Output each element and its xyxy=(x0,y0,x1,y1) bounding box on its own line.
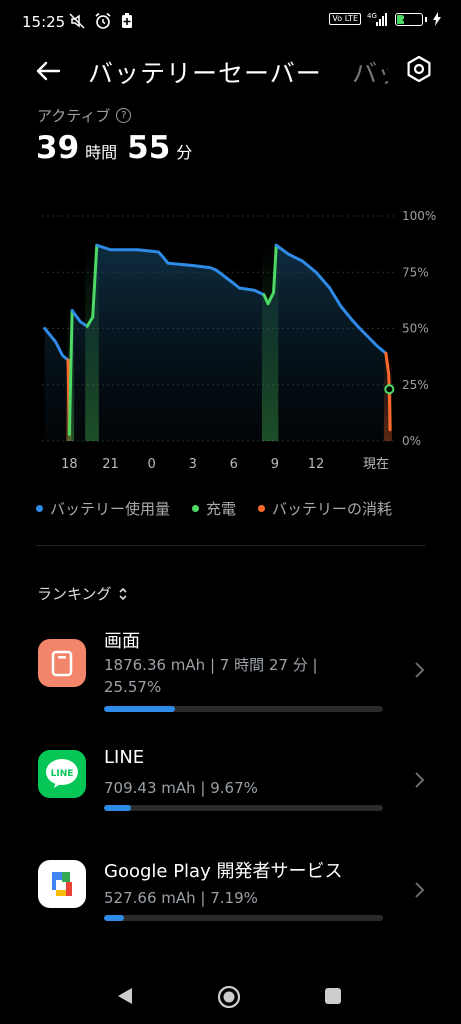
y-tick-label: 100% xyxy=(402,209,436,223)
usage-bar xyxy=(104,706,383,712)
duration-minutes: 55 xyxy=(127,130,171,166)
tab-battery-saver[interactable]: バッテリーセーバー xyxy=(88,54,322,90)
back-arrow-icon[interactable] xyxy=(33,56,63,86)
segment-glow xyxy=(85,245,99,441)
svg-text:LINE: LINE xyxy=(51,769,74,779)
battery-chart: 100% 75% 50% 25% 0% 18 21 0 3 6 9 12 現在 xyxy=(42,209,436,472)
active-label-text: アクティブ xyxy=(37,107,111,125)
duration-hours-unit: 時間 xyxy=(85,143,118,162)
signal-icon: 4G xyxy=(367,12,387,26)
status-time: 15:25 xyxy=(22,13,66,31)
app-usage-detail: 1876.36 mAh | 7 時間 27 分 | 25.57% xyxy=(104,656,318,696)
app-usage-detail: 527.66 mAh | 7.19% xyxy=(104,889,258,907)
tab-next-partial[interactable]: バッ xyxy=(352,54,388,90)
usage-bar xyxy=(104,915,383,921)
chart-legend: バッテリー使用量 充電 バッテリーの消耗 xyxy=(36,498,392,519)
y-tick-label: 0% xyxy=(402,434,421,448)
x-tick-label: 12 xyxy=(308,457,325,472)
ranking-sort-toggle[interactable]: ランキング xyxy=(37,583,128,604)
battery-indicator: 27 xyxy=(395,12,423,26)
chevron-right-icon xyxy=(415,662,425,678)
divider xyxy=(36,545,426,546)
nav-home-icon[interactable] xyxy=(217,985,241,1009)
x-tick-label: 現在 xyxy=(363,457,389,472)
usage-bar-fill xyxy=(104,915,125,921)
battery-percent: 27 xyxy=(402,12,416,24)
ranking-item-google-play-services[interactable]: Google Play 開発者サービス 527.66 mAh | 7.19% xyxy=(0,850,461,930)
usage-bar-fill xyxy=(104,706,176,712)
legend-label-drain: バッテリーの消耗 xyxy=(272,500,393,518)
system-nav-bar xyxy=(0,976,461,1024)
x-tick-label: 21 xyxy=(102,457,119,472)
alarm-icon xyxy=(95,12,111,29)
volte-indicator: Vo LTE xyxy=(329,13,361,25)
ranking-title: ランキング xyxy=(37,585,112,603)
duration-minutes-unit: 分 xyxy=(176,143,193,162)
app-header: バッテリーセーバー バッ xyxy=(0,50,461,90)
x-tick-label: 0 xyxy=(147,457,155,472)
legend-item-charging: 充電 xyxy=(192,498,236,519)
legend-label-charging: 充電 xyxy=(206,500,237,518)
help-icon[interactable]: ? xyxy=(116,108,132,123)
x-tick-label: 6 xyxy=(230,457,238,472)
screen-icon xyxy=(38,639,86,687)
duration-hours: 39 xyxy=(36,130,80,166)
mute-icon xyxy=(69,13,85,29)
active-duration: 39 時間 55 分 xyxy=(36,130,202,166)
network-type: 4G xyxy=(367,12,377,20)
usage-bar xyxy=(104,805,383,811)
usage-bar-fill xyxy=(104,805,131,811)
status-bar: 15:25 Vo LTE 4G 27 xyxy=(0,0,461,44)
ranking-item-screen[interactable]: 画面 1876.36 mAh | 7 時間 27 分 | 25.57% xyxy=(0,620,461,720)
legend-item-usage: バッテリー使用量 xyxy=(36,498,170,519)
x-tick-label: 18 xyxy=(61,457,78,472)
legend-dot-charging xyxy=(192,505,200,512)
ranking-item-line[interactable]: LINE LINE 709.43 mAh | 9.67% xyxy=(0,740,461,820)
app-name: 画面 xyxy=(104,631,140,652)
active-label: アクティブ ? xyxy=(37,105,132,126)
legend-dot-drain xyxy=(258,505,266,512)
x-tick-label: 9 xyxy=(271,457,279,472)
x-tick-label: 3 xyxy=(189,457,197,472)
y-tick-label: 50% xyxy=(402,322,429,336)
legend-item-drain: バッテリーの消耗 xyxy=(258,498,392,519)
chevron-right-icon xyxy=(415,772,425,788)
app-name: LINE xyxy=(104,747,145,768)
settings-hexagon-icon[interactable] xyxy=(404,54,434,84)
legend-label-usage: バッテリー使用量 xyxy=(50,500,171,518)
nav-recents-icon[interactable] xyxy=(324,987,342,1005)
google-play-services-icon xyxy=(38,860,86,908)
app-usage-detail: 709.43 mAh | 9.67% xyxy=(104,779,258,797)
line-app-icon: LINE xyxy=(38,750,86,798)
legend-dot-usage xyxy=(36,505,43,512)
y-tick-label: 75% xyxy=(402,265,429,279)
app-name: Google Play 開発者サービス xyxy=(104,861,343,882)
sort-chevrons-icon xyxy=(118,587,127,600)
current-level-marker xyxy=(384,384,395,395)
chevron-right-icon xyxy=(415,882,425,898)
battery-saver-icon xyxy=(122,13,132,28)
y-tick-label: 25% xyxy=(402,378,429,392)
charging-bolt-icon xyxy=(433,12,441,26)
nav-back-icon[interactable] xyxy=(117,987,133,1005)
